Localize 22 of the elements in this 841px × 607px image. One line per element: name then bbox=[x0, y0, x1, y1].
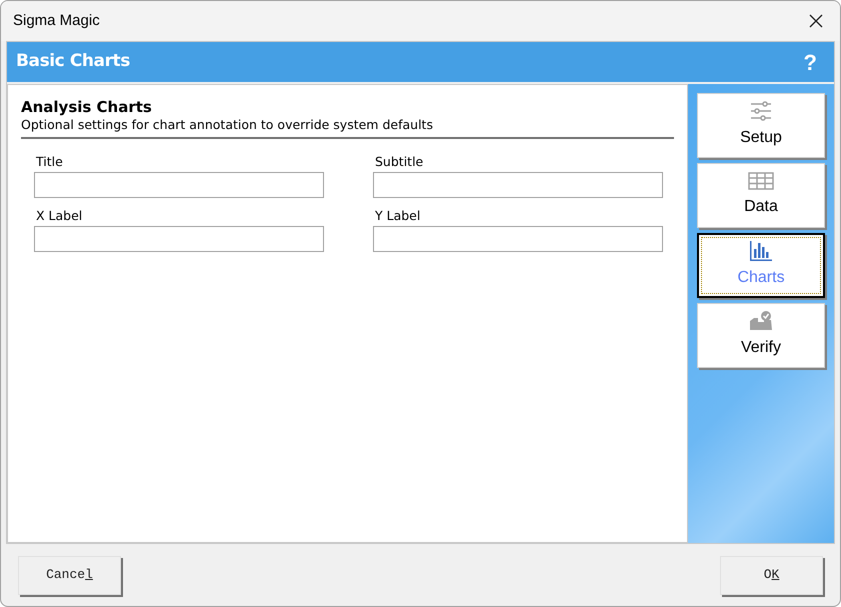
nav-button[interactable]: Charts bbox=[697, 233, 825, 298]
field-label: Subtitle bbox=[374, 154, 424, 170]
dialog-button[interactable]: OK bbox=[720, 556, 823, 594]
nav-button[interactable]: Verify bbox=[697, 303, 825, 368]
header-title: Basic Charts bbox=[16, 50, 130, 74]
text-field[interactable] bbox=[34, 172, 324, 198]
nav-button[interactable]: Data bbox=[697, 163, 825, 228]
section-title: Analysis Charts bbox=[21, 97, 153, 117]
field-label: X Label bbox=[35, 208, 84, 224]
table-icon bbox=[748, 172, 774, 190]
text-field[interactable] bbox=[34, 226, 324, 252]
text-field[interactable] bbox=[373, 226, 663, 252]
sliders-icon bbox=[750, 101, 772, 121]
window-title: Sigma Magic bbox=[13, 10, 100, 31]
dialog-button[interactable]: Cancel bbox=[18, 556, 121, 594]
field-label: Title bbox=[35, 154, 64, 170]
nav-button[interactable]: Setup bbox=[697, 93, 825, 158]
section-subtitle: Optional settings for chart annotation to override system defaults bbox=[21, 117, 434, 133]
text-field[interactable] bbox=[373, 172, 663, 198]
inbox-check-icon bbox=[749, 311, 773, 331]
field-label: Y Label bbox=[374, 208, 422, 224]
bar-chart-icon bbox=[750, 241, 772, 261]
